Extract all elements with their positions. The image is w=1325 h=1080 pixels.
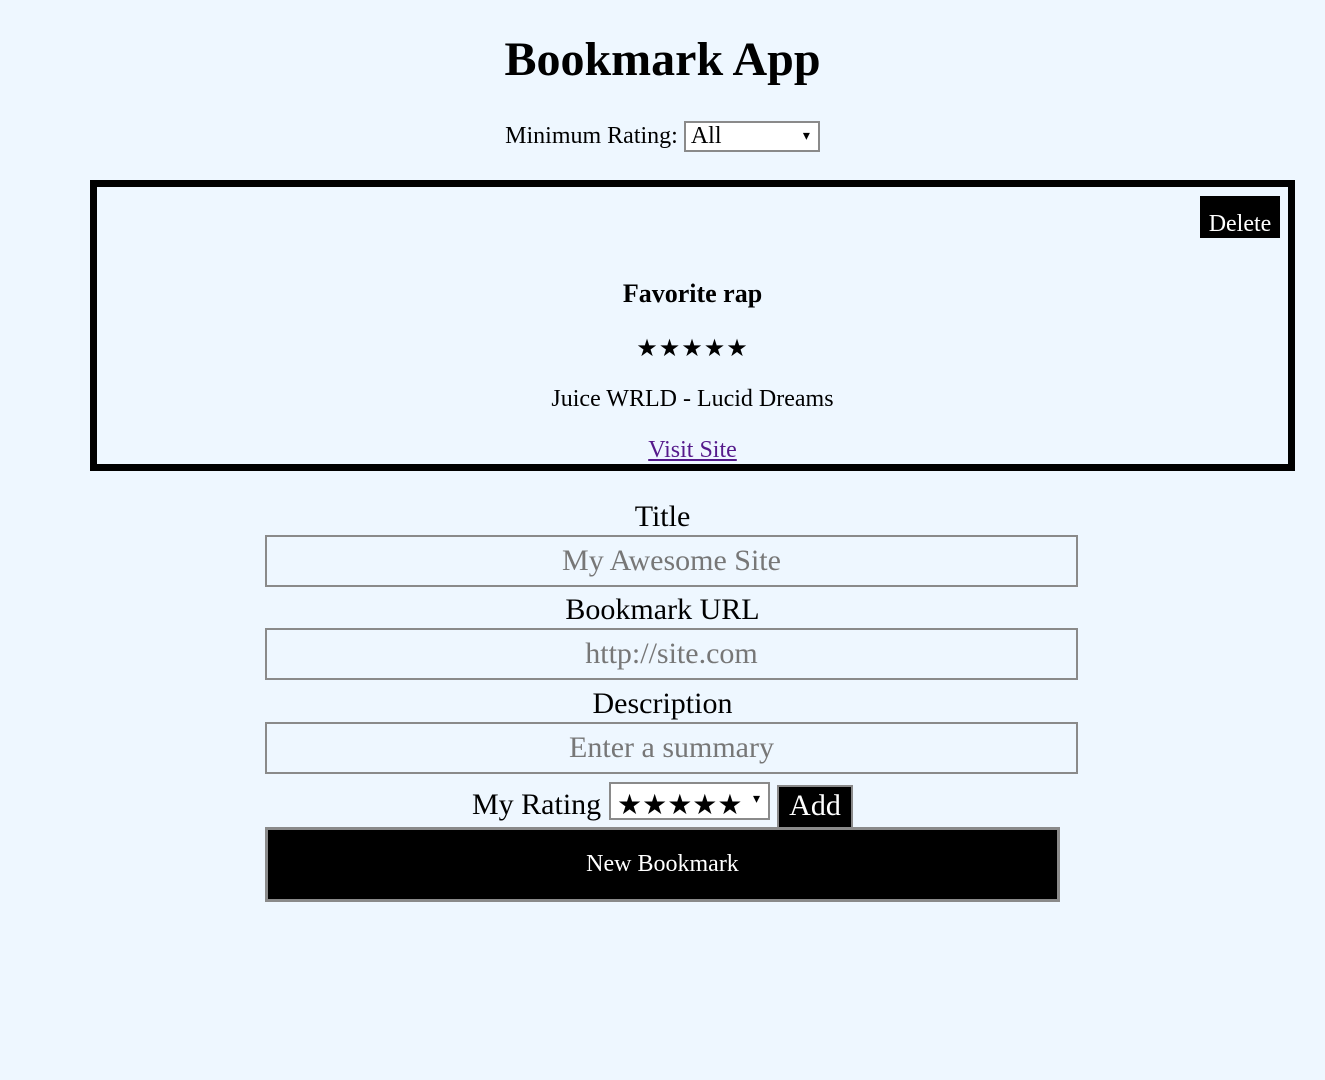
rating-filter-select[interactable]: All ▾ — [683, 120, 820, 152]
chevron-down-icon: ▾ — [752, 791, 760, 807]
chevron-down-icon: ▾ — [802, 127, 810, 144]
rating-label: My Rating — [472, 788, 602, 821]
delete-button[interactable]: Delete — [1200, 196, 1280, 238]
bookmark-link-row: Visit Site — [97, 435, 1288, 465]
add-button[interactable]: Add — [777, 785, 853, 829]
url-label: Bookmark URL — [565, 593, 760, 626]
bookmark-rating-stars: ★★★★★ — [636, 334, 749, 362]
visit-site-link[interactable]: Visit Site — [648, 437, 737, 463]
rating-select-value: ★★★★★ — [617, 788, 743, 821]
url-input[interactable] — [265, 628, 1078, 680]
description-input[interactable] — [265, 722, 1078, 774]
bookmark-card: Delete Favorite rap ★★★★★ Juice WRLD - L… — [90, 180, 1295, 471]
rating-row: My Rating ★★★★★ ▾ Add — [0, 782, 1325, 829]
rating-filter-value: All — [690, 122, 722, 149]
app-title: Bookmark App — [504, 33, 821, 86]
description-label: Description — [592, 687, 733, 720]
bookmark-title: Favorite rap — [622, 279, 763, 308]
rating-filter-label: Minimum Rating: — [505, 123, 678, 150]
title-label: Title — [634, 500, 691, 533]
bookmark-description: Juice WRLD - Lucid Dreams — [551, 386, 834, 412]
title-input[interactable] — [265, 535, 1078, 587]
new-bookmark-button[interactable]: New Bookmark — [265, 827, 1060, 902]
rating-select[interactable]: ★★★★★ ▾ — [609, 782, 770, 821]
rating-filter: Minimum Rating: All ▾ — [0, 119, 1325, 152]
